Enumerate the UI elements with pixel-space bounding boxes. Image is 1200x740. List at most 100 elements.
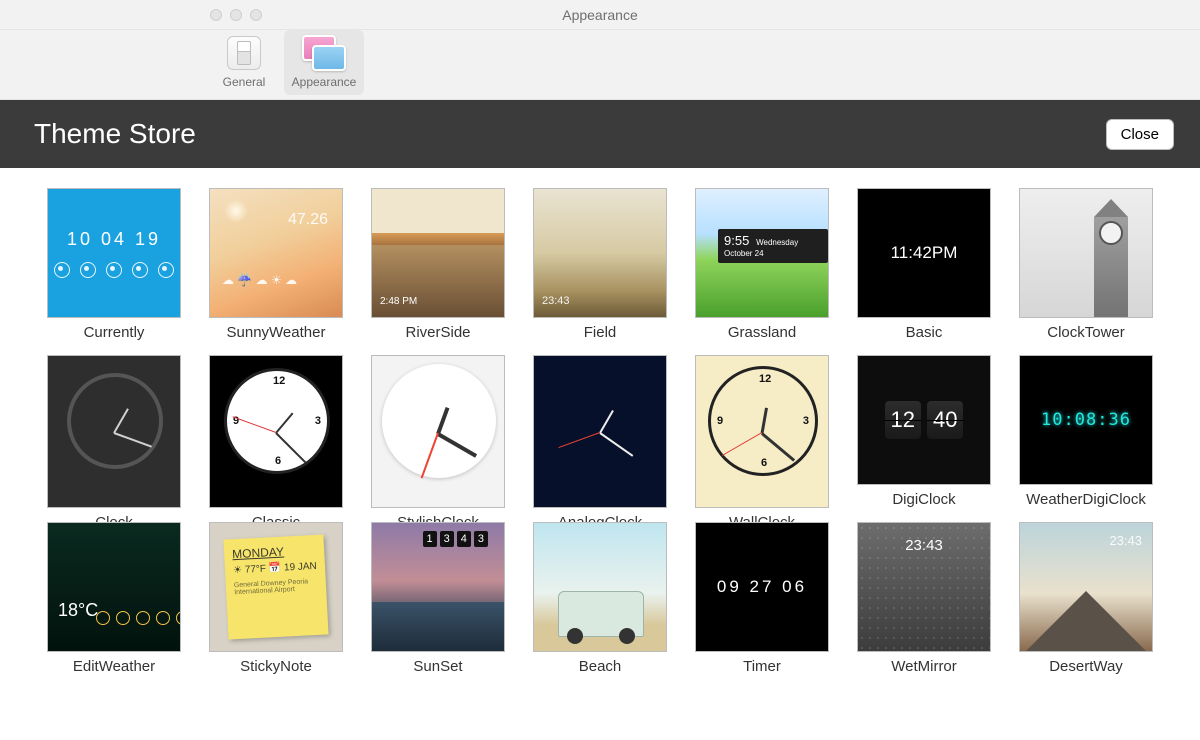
sticky-note-icon: MONDAY ☀ 77°F 📅 19 JAN General Downey Pe… <box>223 534 328 639</box>
theme-stylishclock[interactable]: StylishClock <box>371 355 505 508</box>
theme-name: DigiClock <box>857 485 991 508</box>
window-titlebar: Appearance <box>0 0 1200 30</box>
tab-appearance-label: Appearance <box>284 75 364 89</box>
theme-thumbnail: 9:55 Wednesday October 24 <box>695 188 829 318</box>
flip-clock: 1 3 4 3 <box>423 531 489 547</box>
tab-general-label: General <box>204 75 284 89</box>
theme-name: Beach <box>533 652 667 675</box>
sun-icon <box>224 199 248 223</box>
flip-digit-hours: 12 <box>885 401 921 439</box>
zoom-window-icon[interactable] <box>250 9 262 21</box>
theme-basic[interactable]: 11:42PM Basic <box>857 188 991 341</box>
weather-icons-row <box>54 262 174 278</box>
tab-appearance[interactable]: Appearance <box>284 30 364 95</box>
theme-analogclock[interactable]: AnalogClock <box>533 355 667 508</box>
theme-name: WetMirror <box>857 652 991 675</box>
theme-stickynote[interactable]: MONDAY ☀ 77°F 📅 19 JAN General Downey Pe… <box>209 522 343 675</box>
theme-currently[interactable]: 10 04 19 Currently <box>47 188 181 341</box>
weather-icons-row <box>96 611 181 625</box>
theme-thumbnail: 18°C <box>47 522 181 652</box>
preferences-toolbar: General Appearance <box>0 30 1200 100</box>
date-readout: 19 JAN <box>284 561 317 574</box>
theme-classic[interactable]: 12 3 6 9 Classic <box>209 355 343 508</box>
theme-name: SunSet <box>371 652 505 675</box>
theme-weatherdigiclock[interactable]: 10:08:36 WeatherDigiClock <box>1019 355 1153 508</box>
minimize-window-icon[interactable] <box>230 9 242 21</box>
theme-wetmirror[interactable]: 23:43 WetMirror <box>857 522 991 675</box>
clock-readout: 11:42PM <box>891 243 958 263</box>
switch-icon <box>227 36 261 70</box>
theme-digiclock[interactable]: 12 40 DigiClock <box>857 355 991 508</box>
theme-thumbnail <box>371 355 505 508</box>
clock-readout: 23:43 <box>858 537 990 554</box>
theme-thumbnail: 1 3 4 3 <box>371 522 505 652</box>
theme-thumbnail: 23:43 <box>1019 522 1153 652</box>
clock-readout: 9:55 <box>724 233 749 248</box>
theme-thumbnail: 10:08:36 <box>1019 355 1153 485</box>
close-window-icon[interactable] <box>210 9 222 21</box>
road-icon <box>1026 591 1146 651</box>
theme-sunset[interactable]: 1 3 4 3 SunSet <box>371 522 505 675</box>
theme-thumbnail: 12 3 6 9 <box>695 355 829 508</box>
tab-general[interactable]: General <box>204 30 284 95</box>
theme-wallclock[interactable]: 12 3 6 9 WallClock <box>695 355 829 508</box>
flip-digit-minutes: 40 <box>927 401 963 439</box>
close-button[interactable]: Close <box>1106 119 1174 150</box>
weather-icon <box>156 611 170 625</box>
theme-grassland[interactable]: 9:55 Wednesday October 24 Grassland <box>695 188 829 341</box>
theme-name: EditWeather <box>47 652 181 675</box>
temperature-readout: 47.26 <box>288 211 328 229</box>
theme-thumbnail: 09 27 06 <box>695 522 829 652</box>
weather-icon <box>106 262 122 278</box>
theme-thumbnail: 47.26 ☁ ☔ ☁ ☀ ☁ <box>209 188 343 318</box>
window-controls <box>210 9 262 21</box>
temperature-readout: 18°C <box>58 600 98 621</box>
theme-name: Basic <box>857 318 991 341</box>
theme-field[interactable]: 23:43 Field <box>533 188 667 341</box>
theme-thumbnail <box>47 355 181 508</box>
temperature-readout: 77°F <box>245 564 267 576</box>
theme-name: StickyNote <box>209 652 343 675</box>
weather-icon <box>158 262 174 278</box>
theme-editweather[interactable]: 18°C EditWeather <box>47 522 181 675</box>
theme-thumbnail: 12 3 6 9 <box>209 355 343 508</box>
theme-riverside[interactable]: 2:48 PM RiverSide <box>371 188 505 341</box>
theme-thumbnail: 10 04 19 <box>47 188 181 318</box>
theme-clock[interactable]: Clock <box>47 355 181 508</box>
clock-face-icon <box>67 373 163 469</box>
clock-face-icon <box>382 364 496 478</box>
weather-icon <box>136 611 150 625</box>
weather-icon <box>132 262 148 278</box>
clock-face-icon <box>551 371 651 471</box>
theme-thumbnail: 11:42PM <box>857 188 991 318</box>
clock-widget: 9:55 Wednesday October 24 <box>718 229 828 263</box>
theme-grid: 10 04 19 Currently 47.26 ☁ ☔ ☁ ☀ ☁ Sunny… <box>0 168 1200 675</box>
weather-icon <box>80 262 96 278</box>
van-icon <box>558 591 644 637</box>
window-title: Appearance <box>0 0 1200 30</box>
theme-name: WeatherDigiClock <box>1019 485 1153 508</box>
theme-name: Grassland <box>695 318 829 341</box>
theme-thumbnail: MONDAY ☀ 77°F 📅 19 JAN General Downey Pe… <box>209 522 343 652</box>
clock-readout: 23:43 <box>542 295 570 307</box>
weather-icon <box>54 262 70 278</box>
theme-sunnyweather[interactable]: 47.26 ☁ ☔ ☁ ☀ ☁ SunnyWeather <box>209 188 343 341</box>
theme-name: SunnyWeather <box>209 318 343 341</box>
theme-name: ClockTower <box>1019 318 1153 341</box>
theme-timer[interactable]: 09 27 06 Timer <box>695 522 829 675</box>
theme-desertway[interactable]: 23:43 DesertWay <box>1019 522 1153 675</box>
theme-thumbnail: 23:43 <box>857 522 991 652</box>
clock-face-icon <box>1099 221 1123 245</box>
flip-digit: 3 <box>474 531 488 547</box>
clock-readout: 09 27 06 <box>717 577 807 597</box>
theme-clocktower[interactable]: ClockTower <box>1019 188 1153 341</box>
theme-thumbnail: 2:48 PM <box>371 188 505 318</box>
clock-readout: 23:43 <box>1109 533 1142 548</box>
clock-readout: 2:48 PM <box>380 296 417 307</box>
theme-thumbnail <box>533 355 667 508</box>
weather-icons-row: ☁ ☔ ☁ ☀ ☁ <box>222 273 297 287</box>
theme-beach[interactable]: Beach <box>533 522 667 675</box>
pictures-icon <box>302 35 346 71</box>
theme-thumbnail <box>533 522 667 652</box>
theme-thumbnail: 23:43 <box>533 188 667 318</box>
